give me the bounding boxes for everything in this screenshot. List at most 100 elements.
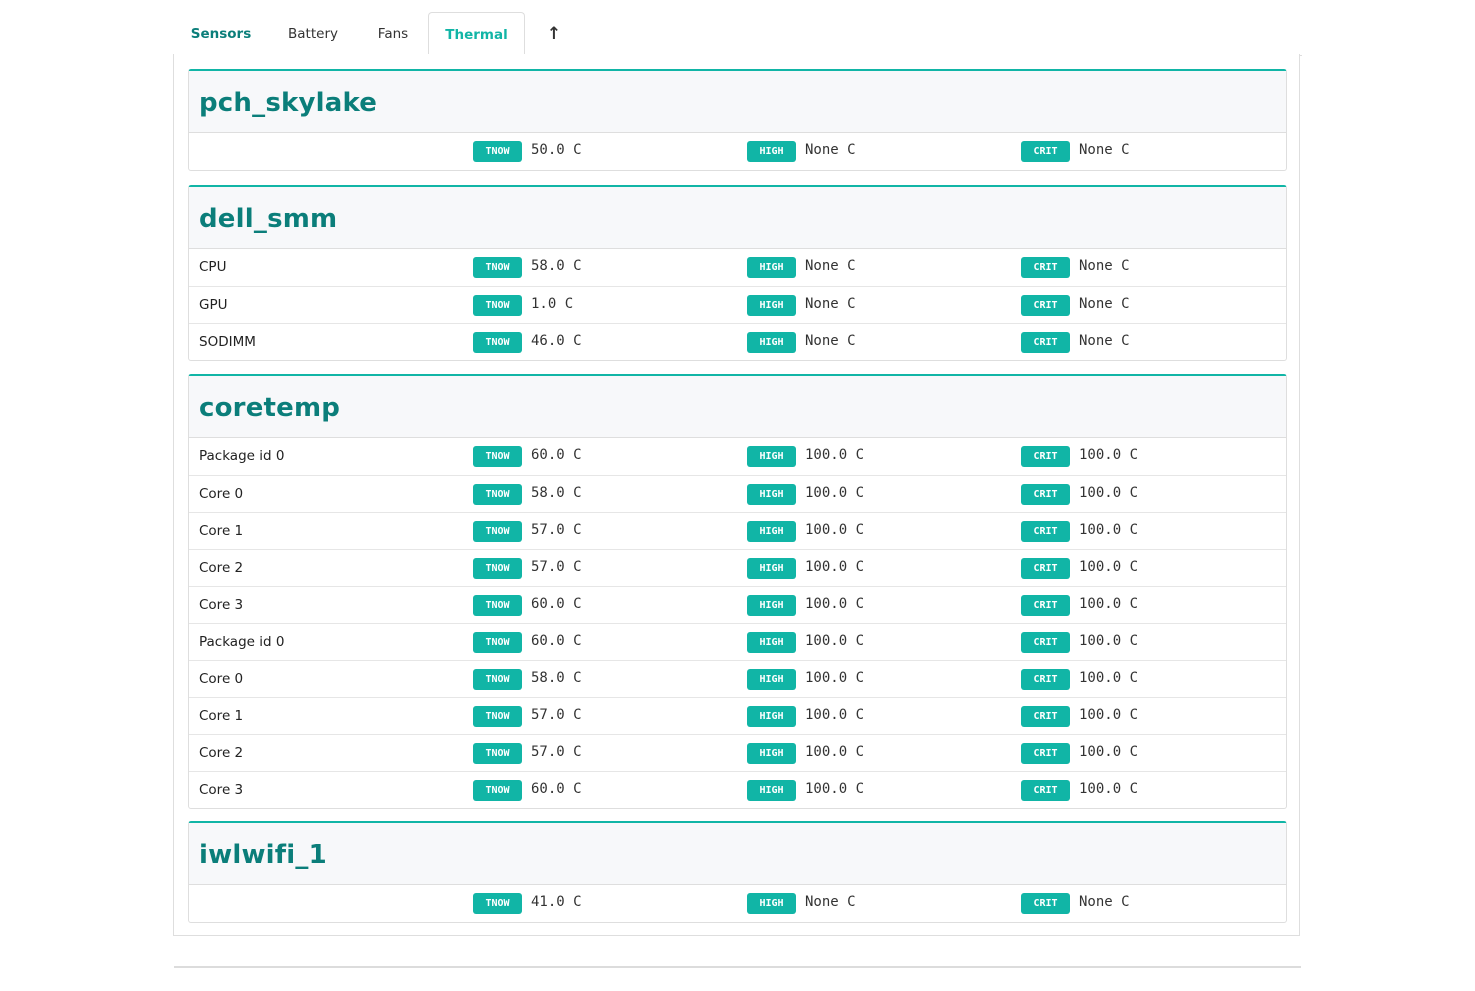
sensor-row: Core 3 TNOW 60.0 C HIGH 100.0 C CRIT 100.0 … xyxy=(189,771,1286,808)
crit-badge: CRIT xyxy=(1021,595,1070,616)
sensor-label: Package id 0 xyxy=(199,448,285,464)
crit-badge: CRIT xyxy=(1021,521,1070,542)
high-value: 100.0 C xyxy=(805,485,865,501)
sensor-row: CPU TNOW 58.0 C HIGH None C CRIT None C xyxy=(189,249,1286,286)
crit-value: 100.0 C xyxy=(1079,744,1139,760)
high-value: 100.0 C xyxy=(805,596,865,612)
high-badge: HIGH xyxy=(747,632,796,653)
crit-badge: CRIT xyxy=(1021,743,1070,764)
tnow-badge: TNOW xyxy=(473,484,522,505)
high-value: 100.0 C xyxy=(805,522,865,538)
tnow-value: 58.0 C xyxy=(531,670,582,686)
section-title: coretemp xyxy=(199,393,341,423)
sensor-row: Package id 0 TNOW 60.0 C HIGH 100.0 C CRIT… xyxy=(189,438,1286,475)
high-badge: HIGH xyxy=(747,780,796,801)
tab-thermal[interactable]: Thermal xyxy=(428,12,525,55)
tab-sensors[interactable]: Sensors xyxy=(174,12,268,54)
section-title: iwlwifi_1 xyxy=(199,840,327,870)
tnow-value: 60.0 C xyxy=(531,781,582,797)
section-title: dell_smm xyxy=(199,204,338,234)
crit-badge: CRIT xyxy=(1021,632,1070,653)
tnow-value: 57.0 C xyxy=(531,707,582,723)
crit-badge: CRIT xyxy=(1021,780,1070,801)
crit-badge: CRIT xyxy=(1021,669,1070,690)
footer-divider xyxy=(174,966,1301,968)
high-badge: HIGH xyxy=(747,446,796,467)
tnow-badge: TNOW xyxy=(473,595,522,616)
tnow-badge: TNOW xyxy=(473,632,522,653)
tnow-badge: TNOW xyxy=(473,743,522,764)
tnow-badge: TNOW xyxy=(473,558,522,579)
high-badge: HIGH xyxy=(747,595,796,616)
tnow-badge: TNOW xyxy=(473,257,522,278)
section-header: pch_skylake xyxy=(189,71,1286,133)
sensor-section-coretemp: coretemp Package id 0 TNOW 60.0 C HIGH 100… xyxy=(188,374,1287,809)
tnow-value: 58.0 C xyxy=(531,258,582,274)
crit-badge: CRIT xyxy=(1021,484,1070,505)
crit-value: None C xyxy=(1079,894,1130,910)
tnow-value: 57.0 C xyxy=(531,522,582,538)
sensor-row: GPU TNOW 1.0 C HIGH None C CRIT None C xyxy=(189,286,1286,323)
sensor-label: SODIMM xyxy=(199,334,256,350)
tnow-value: 46.0 C xyxy=(531,333,582,349)
high-badge: HIGH xyxy=(747,141,796,162)
tnow-value: 41.0 C xyxy=(531,894,582,910)
section-header: iwlwifi_1 xyxy=(189,823,1286,885)
sensor-row: Core 0 TNOW 58.0 C HIGH 100.0 C CRIT 100.0 … xyxy=(189,660,1286,697)
high-badge: HIGH xyxy=(747,295,796,316)
crit-value: None C xyxy=(1079,333,1130,349)
crit-value: 100.0 C xyxy=(1079,707,1139,723)
sensor-row: Core 0 TNOW 58.0 C HIGH 100.0 C CRIT 100.0 … xyxy=(189,475,1286,512)
crit-value: 100.0 C xyxy=(1079,559,1139,575)
sensor-row: Core 1 TNOW 57.0 C HIGH 100.0 C CRIT 100.0 … xyxy=(189,697,1286,734)
crit-value: 100.0 C xyxy=(1079,485,1139,501)
sensor-row: TNOW 50.0 C HIGH None C CRIT None C xyxy=(189,133,1286,170)
sensor-label: Core 3 xyxy=(199,597,244,613)
high-badge: HIGH xyxy=(747,893,796,914)
tnow-value: 60.0 C xyxy=(531,447,582,463)
sensor-row: Core 2 TNOW 57.0 C HIGH 100.0 C CRIT 100.0 … xyxy=(189,734,1286,771)
sensor-row: TNOW 41.0 C HIGH None C CRIT None C xyxy=(189,885,1286,922)
high-value: 100.0 C xyxy=(805,744,865,760)
high-value: 100.0 C xyxy=(805,633,865,649)
crit-value: 100.0 C xyxy=(1079,670,1139,686)
tnow-badge: TNOW xyxy=(473,141,522,162)
tnow-value: 60.0 C xyxy=(531,633,582,649)
crit-value: 100.0 C xyxy=(1079,596,1139,612)
arrow-up-icon[interactable]: ↑ xyxy=(536,12,572,54)
sensor-section-dell-smm: dell_smm CPU TNOW 58.0 C HIGH None C CRIT N… xyxy=(188,185,1287,361)
crit-value: None C xyxy=(1079,258,1130,274)
tnow-badge: TNOW xyxy=(473,332,522,353)
sensor-label: Core 0 xyxy=(199,671,244,687)
high-value: 100.0 C xyxy=(805,707,865,723)
high-value: None C xyxy=(805,258,856,274)
high-value: 100.0 C xyxy=(805,447,865,463)
tnow-value: 50.0 C xyxy=(531,142,582,158)
tnow-value: 57.0 C xyxy=(531,744,582,760)
crit-badge: CRIT xyxy=(1021,141,1070,162)
sensor-label: GPU xyxy=(199,297,228,313)
high-value: None C xyxy=(805,142,856,158)
tnow-badge: TNOW xyxy=(473,295,522,316)
tnow-badge: TNOW xyxy=(473,893,522,914)
sensor-row: SODIMM TNOW 46.0 C HIGH None C CRIT None C xyxy=(189,323,1286,360)
crit-value: 100.0 C xyxy=(1079,447,1139,463)
sensor-label: Core 0 xyxy=(199,486,244,502)
sensor-label: Core 3 xyxy=(199,782,244,798)
high-value: 100.0 C xyxy=(805,670,865,686)
sensor-label: Core 1 xyxy=(199,523,244,539)
high-value: None C xyxy=(805,894,856,910)
tnow-badge: TNOW xyxy=(473,521,522,542)
high-badge: HIGH xyxy=(747,484,796,505)
sensor-label: Core 2 xyxy=(199,745,244,761)
tab-fans[interactable]: Fans xyxy=(358,12,428,54)
crit-badge: CRIT xyxy=(1021,446,1070,467)
tnow-badge: TNOW xyxy=(473,669,522,690)
crit-badge: CRIT xyxy=(1021,558,1070,579)
sensor-row: Core 2 TNOW 57.0 C HIGH 100.0 C CRIT 100.0 … xyxy=(189,549,1286,586)
high-value: 100.0 C xyxy=(805,559,865,575)
high-value: 100.0 C xyxy=(805,781,865,797)
high-badge: HIGH xyxy=(747,669,796,690)
high-value: None C xyxy=(805,296,856,312)
tab-battery[interactable]: Battery xyxy=(268,12,358,54)
